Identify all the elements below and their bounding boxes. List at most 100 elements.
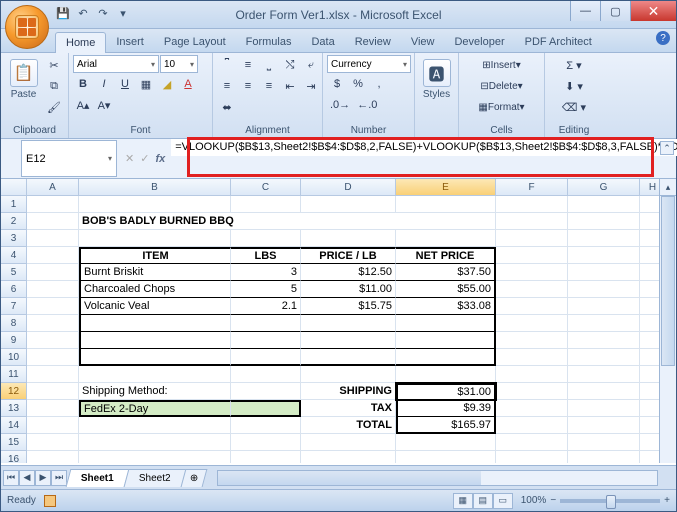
percent-format-button[interactable]: % — [348, 74, 368, 94]
cell-E6[interactable]: $55.00 — [396, 281, 496, 298]
decrease-indent-button[interactable]: ⇤ — [280, 76, 300, 96]
worksheet-grid[interactable]: ABCDEFGH 12BOB'S BADLY BURNED BBQ34ITEML… — [1, 179, 676, 463]
cell-A9[interactable] — [27, 332, 79, 349]
cell-D11[interactable] — [301, 366, 396, 383]
col--header-D[interactable]: D — [301, 179, 396, 196]
delete-cells-button[interactable]: ⊟ Delete ▾ — [463, 76, 540, 96]
cell-D7[interactable]: $15.75 — [301, 298, 396, 315]
wrap-text-button[interactable]: ⤶ — [301, 55, 321, 75]
sheet-tab-sheet1[interactable]: Sheet1 — [66, 469, 130, 487]
tab-page-layout[interactable]: Page Layout — [154, 32, 236, 52]
cell-G7[interactable] — [568, 298, 640, 315]
sheet-nav-next-icon[interactable]: ▶ — [35, 470, 51, 486]
row-header-14[interactable]: 14 — [1, 417, 27, 434]
cut-button[interactable]: ✂ — [44, 55, 64, 75]
italic-button[interactable]: I — [94, 74, 114, 94]
cell-G4[interactable] — [568, 247, 640, 264]
enter-formula-icon[interactable]: ✓ — [140, 152, 149, 165]
row-header-8[interactable]: 8 — [1, 315, 27, 332]
cell-C6[interactable]: 5 — [231, 281, 301, 298]
cell-F4[interactable] — [496, 247, 568, 264]
cell-B6[interactable]: Charcoaled Chops — [79, 281, 231, 298]
cell-F7[interactable] — [496, 298, 568, 315]
grow-font-button[interactable]: A▴ — [73, 95, 93, 115]
cell-A13[interactable] — [27, 400, 79, 417]
cell-A3[interactable] — [27, 230, 79, 247]
styles-button[interactable]: 🅰 Styles — [419, 55, 454, 125]
align-bottom-button[interactable]: ⎵ — [259, 55, 279, 75]
border-button[interactable]: ▦ — [136, 74, 156, 94]
col--header-F[interactable]: F — [496, 179, 568, 196]
row-header-11[interactable]: 11 — [1, 366, 27, 383]
vertical-scrollbar[interactable]: ▴ — [659, 179, 676, 463]
cell-B1[interactable] — [79, 196, 231, 213]
cell-E15[interactable] — [396, 434, 496, 451]
col--header-A[interactable]: A — [27, 179, 79, 196]
cell-E12[interactable]: $31.00 — [396, 383, 496, 400]
align-top-button[interactable]: ⎴ — [217, 55, 237, 75]
row-header-16[interactable]: 16 — [1, 451, 27, 463]
cell-E5[interactable]: $37.50 — [396, 264, 496, 281]
col--header-E[interactable]: E — [396, 179, 496, 196]
cell-B3[interactable] — [79, 230, 231, 247]
save-icon[interactable]: 💾 — [55, 5, 71, 21]
paste-button[interactable]: 📋 Paste — [5, 55, 42, 125]
align-right-button[interactable]: ≡ — [259, 76, 279, 96]
zoom-level[interactable]: 100% — [521, 495, 547, 506]
cell-C5[interactable]: 3 — [231, 264, 301, 281]
redo-icon[interactable]: ↷ — [95, 5, 111, 21]
cell-E1[interactable] — [396, 196, 496, 213]
cell-F11[interactable] — [496, 366, 568, 383]
row-header-9[interactable]: 9 — [1, 332, 27, 349]
cell-B10[interactable] — [79, 349, 231, 366]
cell-A6[interactable] — [27, 281, 79, 298]
row-header-6[interactable]: 6 — [1, 281, 27, 298]
autosum-button[interactable]: Σ ▾ — [549, 55, 599, 75]
col--header-G[interactable]: G — [568, 179, 640, 196]
cell-D14[interactable]: TOTAL — [301, 417, 396, 434]
increase-indent-button[interactable]: ⇥ — [301, 76, 321, 96]
cell-F1[interactable] — [496, 196, 568, 213]
cell-F2[interactable] — [496, 213, 568, 230]
formula-bar[interactable]: =VLOOKUP($B$13,Sheet2!$B$4:$D$8,2,FALSE)… — [171, 139, 677, 178]
v-scroll-thumb[interactable] — [661, 196, 675, 366]
cell-D9[interactable] — [301, 332, 396, 349]
zoom-slider[interactable] — [560, 499, 660, 503]
cell-D15[interactable] — [301, 434, 396, 451]
cell-D12[interactable]: SHIPPING — [301, 383, 396, 400]
row-header-2[interactable]: 2 — [1, 213, 27, 230]
cell-C4[interactable]: LBS — [231, 247, 301, 264]
cell-C3[interactable] — [231, 230, 301, 247]
cell-C13[interactable] — [231, 400, 301, 417]
cell-A11[interactable] — [27, 366, 79, 383]
cell-D10[interactable] — [301, 349, 396, 366]
underline-button[interactable]: U — [115, 74, 135, 94]
cell-A12[interactable] — [27, 383, 79, 400]
cell-E7[interactable]: $33.08 — [396, 298, 496, 315]
cell-F6[interactable] — [496, 281, 568, 298]
fx-icon[interactable]: fx — [155, 153, 165, 165]
select-all-corner[interactable] — [1, 179, 27, 196]
fill-color-button[interactable]: ◢ — [157, 74, 177, 94]
cell-A14[interactable] — [27, 417, 79, 434]
cell-B5[interactable]: Burnt Briskit — [79, 264, 231, 281]
align-middle-button[interactable]: ≡ — [238, 55, 258, 75]
cell-C12[interactable] — [231, 383, 301, 400]
format-painter-button[interactable]: 🖌 — [44, 97, 64, 117]
page-break-view-button[interactable]: ▭ — [493, 493, 513, 509]
qat-dropdown-icon[interactable]: ▾ — [115, 5, 131, 21]
cell-F10[interactable] — [496, 349, 568, 366]
maximize-button[interactable]: ▢ — [600, 1, 630, 21]
tab-home[interactable]: Home — [55, 32, 106, 53]
page-layout-view-button[interactable]: ▤ — [473, 493, 493, 509]
cell-D8[interactable] — [301, 315, 396, 332]
shrink-font-button[interactable]: A▾ — [94, 95, 114, 115]
cell-G13[interactable] — [568, 400, 640, 417]
cell-G8[interactable] — [568, 315, 640, 332]
cell-A10[interactable] — [27, 349, 79, 366]
col--header-C[interactable]: C — [231, 179, 301, 196]
cell-E11[interactable] — [396, 366, 496, 383]
cell-F12[interactable] — [496, 383, 568, 400]
cell-E3[interactable] — [396, 230, 496, 247]
sheet-tab-sheet2[interactable]: Sheet2 — [123, 469, 186, 487]
